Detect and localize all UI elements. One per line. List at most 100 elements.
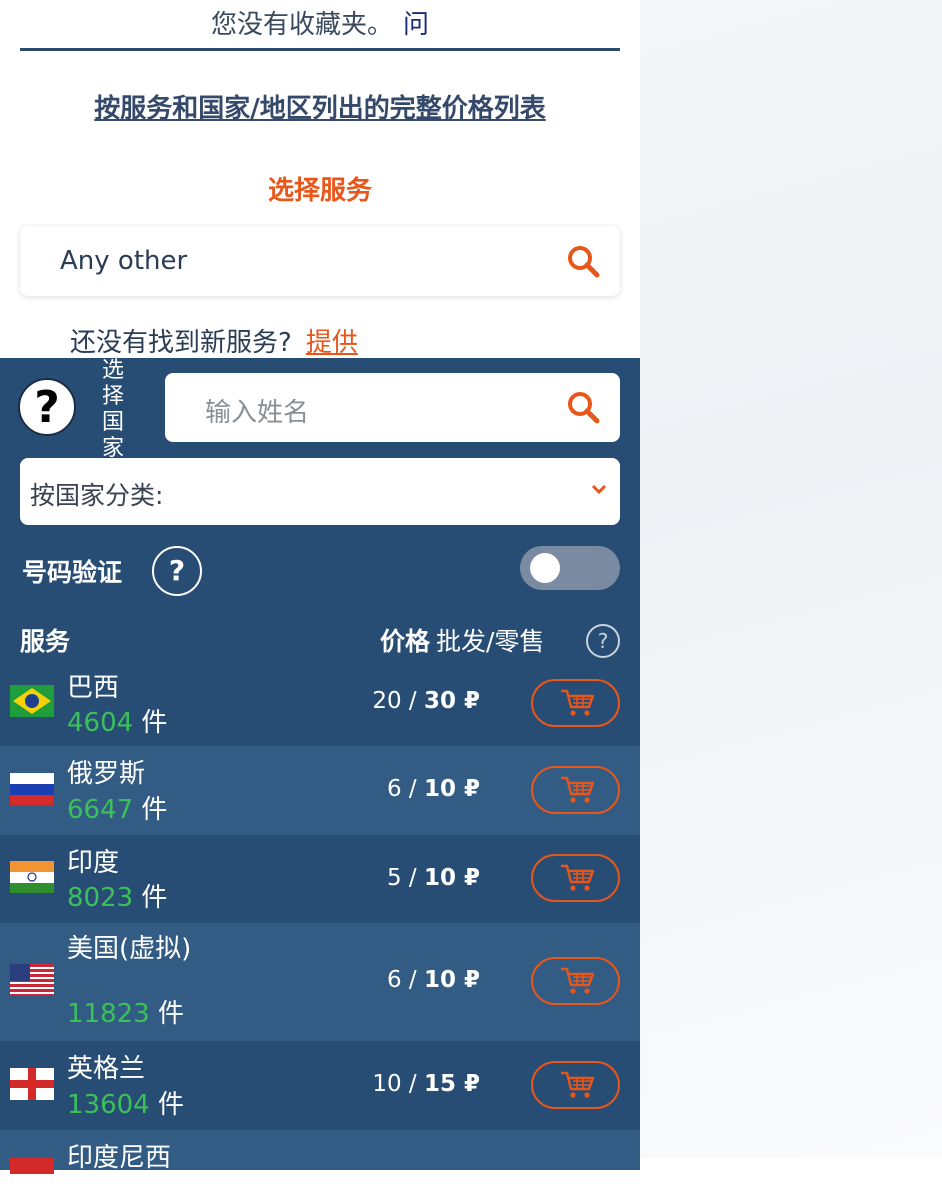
favorites-question-link[interactable]: 问 bbox=[403, 10, 429, 40]
india-flag-icon bbox=[10, 861, 54, 893]
retail-price: 10 bbox=[423, 865, 456, 891]
buy-button[interactable] bbox=[531, 766, 620, 814]
count-number: 11823 bbox=[67, 999, 150, 1029]
offer-link[interactable]: 提供 bbox=[306, 328, 358, 358]
header-price-sub: 批发/零售 bbox=[436, 627, 545, 656]
country-panel: ? 选择国家 输入姓名 按国家分类: 号码验证 ? 服务 价格 批发/零售 ? 巴… bbox=[0, 358, 640, 1190]
header-price: 价格 批发/零售 bbox=[380, 622, 544, 658]
country-name: 印度尼西 bbox=[67, 1143, 172, 1173]
divider bbox=[20, 48, 620, 51]
count-unit: 件 bbox=[133, 708, 168, 738]
count-unit: 件 bbox=[133, 883, 168, 913]
buy-button[interactable] bbox=[531, 854, 620, 902]
verification-help-icon[interactable]: ? bbox=[152, 546, 202, 596]
currency-symbol: ₽ bbox=[455, 967, 480, 993]
price-label: 5 / 10 ₽ bbox=[387, 865, 480, 891]
favorites-text: 您没有收藏夹。 bbox=[210, 10, 393, 40]
header-price-label: 价格 bbox=[380, 627, 431, 656]
country-list: 巴西 4604 件 20 / 30 ₽ 俄罗斯 6647 件6 / 10 ₽ 印度 8023… bbox=[0, 660, 640, 1190]
count-number: 4604 bbox=[67, 708, 134, 738]
country-row[interactable]: 英格兰 13604 件 10 / 15 ₽ bbox=[0, 1041, 640, 1130]
cart-icon bbox=[561, 689, 595, 716]
cart-icon bbox=[561, 967, 595, 994]
available-count: 8023 件 bbox=[67, 877, 167, 914]
wholesale-price: 10 bbox=[372, 1071, 402, 1097]
available-count: 13604 件 bbox=[67, 1084, 184, 1121]
country-name: 英格兰 bbox=[67, 1054, 146, 1084]
search-icon[interactable] bbox=[566, 244, 600, 278]
retail-price: 10 bbox=[423, 776, 456, 802]
sort-label: 按国家分类: bbox=[30, 481, 164, 510]
count-unit: 件 bbox=[149, 1090, 184, 1120]
price-separator: / bbox=[401, 967, 424, 993]
wholesale-price: 5 bbox=[386, 865, 402, 891]
chevron-down-icon bbox=[591, 484, 607, 495]
count-unit: 件 bbox=[133, 795, 168, 825]
country-row[interactable]: 巴西 4604 件 20 / 30 ₽ bbox=[0, 660, 640, 746]
count-number: 8023 bbox=[67, 883, 134, 913]
available-count: 11823 件 bbox=[67, 993, 184, 1030]
retail-price: 30 bbox=[423, 688, 456, 714]
verification-toggle[interactable] bbox=[520, 546, 620, 590]
russia-flag-icon bbox=[10, 773, 54, 805]
price-label: 6 / 10 ₽ bbox=[387, 967, 480, 993]
country-row[interactable]: 印度尼西 bbox=[0, 1130, 640, 1190]
wholesale-price: 6 bbox=[386, 776, 402, 802]
full-price-list-link[interactable]: 按服务和国家/地区列出的完整价格列表 bbox=[0, 88, 640, 125]
available-count: 6647 件 bbox=[67, 789, 167, 826]
country-row[interactable]: 美国(虚拟) 11823 件 6 / 10 ₽ bbox=[0, 923, 640, 1041]
price-label: 20 / 30 ₽ bbox=[372, 688, 480, 714]
retail-price: 10 bbox=[423, 967, 456, 993]
help-icon[interactable]: ? bbox=[18, 378, 76, 436]
country-name: 印度 bbox=[67, 848, 120, 878]
select-service-heading: 选择服务 bbox=[267, 176, 372, 206]
search-icon[interactable] bbox=[566, 390, 600, 424]
country-name: 巴西 bbox=[67, 673, 120, 703]
buy-button[interactable] bbox=[531, 957, 620, 1005]
price-help-icon[interactable]: ? bbox=[586, 624, 620, 658]
currency-symbol: ₽ bbox=[455, 776, 480, 802]
not-found-text: 还没有找到新服务? bbox=[70, 328, 292, 358]
toggle-knob bbox=[530, 553, 560, 583]
currency-symbol: ₽ bbox=[455, 1071, 480, 1097]
buy-button[interactable] bbox=[531, 1061, 620, 1109]
count-number: 6647 bbox=[67, 795, 134, 825]
cart-icon bbox=[561, 1071, 595, 1098]
favorites-message: 您没有收藏夹。问 bbox=[0, 4, 640, 41]
count-unit: 件 bbox=[149, 999, 184, 1029]
price-label: 6 / 10 ₽ bbox=[387, 776, 480, 802]
header-service: 服务 bbox=[20, 627, 71, 656]
price-separator: / bbox=[401, 688, 424, 714]
country-name: 美国(虚拟) bbox=[67, 934, 192, 964]
currency-symbol: ₽ bbox=[455, 865, 480, 891]
england-flag-icon bbox=[10, 1068, 54, 1100]
country-name: 俄罗斯 bbox=[67, 759, 146, 789]
country-search-placeholder: 输入姓名 bbox=[205, 398, 310, 428]
price-separator: / bbox=[401, 1071, 424, 1097]
not-found-line: 还没有找到新服务? 提供 bbox=[70, 322, 358, 359]
background-area bbox=[640, 0, 942, 1158]
retail-price: 15 bbox=[423, 1071, 456, 1097]
price-separator: / bbox=[401, 776, 424, 802]
brazil-flag-icon bbox=[10, 685, 54, 717]
number-verification-label: 号码验证 bbox=[22, 558, 123, 587]
wholesale-price: 6 bbox=[386, 967, 402, 993]
usa-flag-icon bbox=[10, 964, 54, 996]
sort-dropdown[interactable]: 按国家分类: bbox=[20, 458, 620, 525]
service-search-box[interactable]: Any other bbox=[20, 226, 620, 296]
indonesia-flag-icon bbox=[10, 1158, 54, 1190]
available-count: 4604 件 bbox=[67, 702, 167, 739]
service-panel: 您没有收藏夹。问 按服务和国家/地区列出的完整价格列表 选择服务 Any oth… bbox=[0, 0, 640, 358]
count-number: 13604 bbox=[67, 1090, 150, 1120]
price-label: 10 / 15 ₽ bbox=[372, 1071, 480, 1097]
currency-symbol: ₽ bbox=[455, 688, 480, 714]
service-value[interactable]: Any other bbox=[60, 246, 187, 276]
cart-icon bbox=[561, 776, 595, 803]
price-separator: / bbox=[401, 865, 424, 891]
wholesale-price: 20 bbox=[372, 688, 402, 714]
country-row[interactable]: 印度 8023 件5 / 10 ₽ bbox=[0, 835, 640, 923]
cart-icon bbox=[561, 864, 595, 891]
buy-button[interactable] bbox=[531, 679, 620, 727]
country-search-input[interactable]: 输入姓名 bbox=[165, 373, 620, 442]
country-row[interactable]: 俄罗斯 6647 件6 / 10 ₽ bbox=[0, 746, 640, 835]
